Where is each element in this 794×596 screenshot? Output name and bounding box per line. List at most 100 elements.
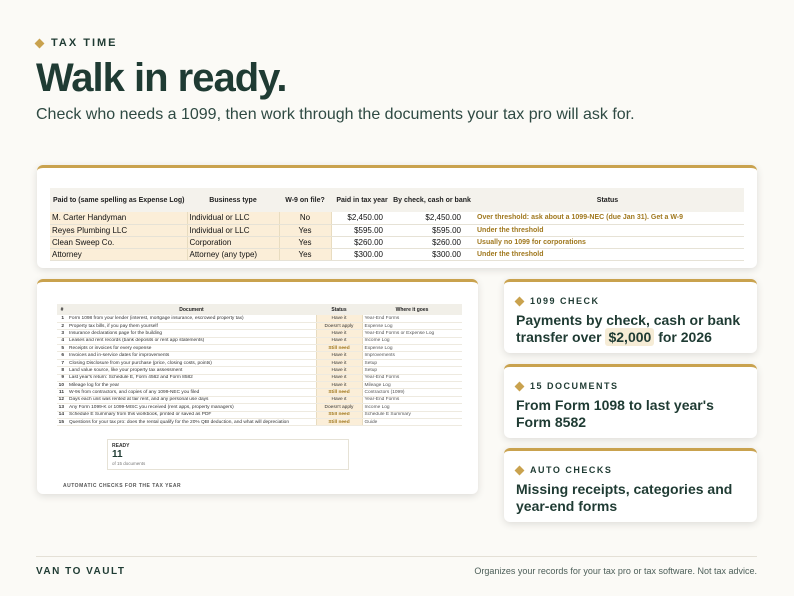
diamond-icon [514,296,525,306]
doc-name: Last year's return: Schedule E, Form 456… [67,374,316,383]
list-item: 11 W-9s from contractors, and copies of a… [57,388,462,397]
doc-name: Questions for your tax pro: does the ren… [67,418,316,427]
doc-name: Leases and rent records (bank deposits o… [67,337,316,346]
paid-cell: $300.00 [331,248,393,261]
status-cell: Under the threshold [471,248,744,261]
contractor-table: Paid to (same spelling as Expense Log) B… [50,188,744,261]
doc-name: Property tax bills, if you pay them your… [67,322,316,331]
col-header-where: Where it goes [362,304,462,315]
doc-name: Form 1098 from your lender (interest, mo… [67,315,316,323]
payee-cell[interactable]: Clean Sweep Co. [50,236,188,249]
table-row: M. Carter Handyman Individual or LLC No $2,… [50,212,744,225]
card-text: Payments by check, cash or bank transfer… [516,312,746,346]
doc-status-cell[interactable]: Doesn't apply [315,322,363,331]
business-type-cell[interactable]: Corporation [187,236,280,249]
doc-name: Any Form 1099-K or 1099-MISC you receive… [67,403,316,412]
card-15-documents: 15 DOCUMENTS From Form 1098 to last year… [504,364,757,438]
card-eyebrow: 15 DOCUMENTS [514,381,619,391]
list-item: 1 Form 1098 from your lender (interest, m… [57,315,462,323]
doc-status-cell[interactable]: Have it [315,374,363,383]
doc-number: 15 [57,418,67,427]
card-1099-check: 1099 CHECK Payments by check, cash or ba… [504,279,757,353]
list-item: 10 Mileage log for the year Have it Mileage… [57,381,462,390]
doc-where: Improvements [362,351,462,360]
doc-number: 2 [57,322,67,331]
doc-status-cell[interactable]: Still need [315,418,363,427]
status-cell: Usually no 1099 for corporations [471,236,744,249]
card-eyebrow-label: AUTO CHECKS [530,465,613,475]
doc-status-cell[interactable]: Still need [315,411,363,419]
doc-status-cell[interactable]: Still need [315,344,363,353]
list-item: 2 Property tax bills, if you pay them you… [57,322,462,331]
doc-number: 5 [57,344,67,353]
w9-cell[interactable]: Yes [279,236,332,249]
contractor-table-card: Paid to (same spelling as Expense Log) B… [37,165,757,268]
business-type-cell[interactable]: Individual or LLC [187,212,280,225]
payee-cell[interactable]: Reyes Plumbing LLC [50,224,188,237]
business-type-cell[interactable]: Individual or LLC [187,224,280,237]
doc-where: Expense Log [362,322,462,331]
list-item: 3 Insurance declarations page for the bui… [57,329,462,338]
card-text: From Form 1098 to last year's Form 8582 [516,397,714,430]
doc-name: Schedule E Summary from this workbook, p… [67,411,316,419]
list-item: 8 Land value source, like your property t… [57,366,462,375]
doc-where: Income Log [362,403,462,412]
list-item: 7 Closing Disclosure from your purchase (… [57,359,462,368]
card-text-post: for 2026 [654,329,712,345]
by-check-cell: $260.00 [393,236,471,249]
doc-where: Year-End Forms [362,396,462,405]
list-item: 9 Last year's return: Schedule E, Form 45… [57,374,462,383]
doc-number: 13 [57,403,67,412]
paid-cell: $595.00 [331,224,393,237]
ready-count: 11 [112,449,123,460]
payee-cell[interactable]: M. Carter Handyman [50,212,188,225]
doc-status-cell[interactable]: Have it [315,351,363,360]
list-item: 15 Questions for your tax pro: does the r… [57,418,462,427]
doc-status-cell[interactable]: Have it [315,337,363,346]
doc-status-cell[interactable]: Have it [315,366,363,375]
payee-cell[interactable]: Attorney [50,248,188,261]
doc-status-cell[interactable]: Have it [315,359,363,368]
w9-cell[interactable]: Yes [279,224,332,237]
doc-where: Guide [362,418,462,427]
business-type-cell[interactable]: Attorney (any type) [187,248,280,261]
documents-table: # Document Status Where it goes 1 Form 10… [57,304,462,427]
col-header-w9: W-9 on file? [279,188,331,212]
w9-cell[interactable]: No [279,212,332,225]
by-check-cell: $2,450.00 [393,212,471,225]
doc-status-cell[interactable]: Have it [315,329,363,338]
doc-where: Mileage Log [362,381,462,390]
doc-status-cell[interactable]: Have it [315,396,363,405]
doc-where: Year-End Forms [362,315,462,323]
doc-name: Mileage log for the year [67,381,316,390]
page-title: Walk in ready. [36,56,288,100]
w9-cell[interactable]: Yes [279,248,332,261]
paid-cell: $260.00 [331,236,393,249]
card-eyebrow: AUTO CHECKS [514,465,613,475]
doc-number: 11 [57,388,67,397]
card-eyebrow-label: 15 DOCUMENTS [530,381,619,391]
doc-name: Land value source, like your property ta… [67,366,316,375]
footer-divider [36,556,757,557]
doc-status-cell[interactable]: Doesn't apply [315,403,363,412]
doc-name: Closing Disclosure from your purchase (p… [67,359,316,368]
doc-number: 3 [57,329,67,338]
table-row: Clean Sweep Co. Corporation Yes $260.00 $260… [50,236,744,249]
by-check-cell: $595.00 [393,224,471,237]
doc-where: Setup [362,359,462,368]
threshold-highlight: $2,000 [605,328,655,346]
list-item: 13 Any Form 1099-K or 1099-MISC you recei… [57,403,462,412]
doc-where: Year-End Forms or Expense Log [362,329,462,338]
doc-number: 7 [57,359,67,368]
footer-disclaimer: Organizes your records for your tax pro … [474,566,757,576]
col-header-by-check: By check, cash or bank [393,188,471,212]
doc-number: 12 [57,396,67,405]
doc-status-cell[interactable]: Have it [315,381,363,390]
doc-status-cell[interactable]: Still need [315,388,363,397]
doc-where: Contractors (1099) [362,388,462,397]
doc-status-cell[interactable]: Have it [315,315,363,323]
doc-where: Setup [362,366,462,375]
diamond-icon [34,38,45,48]
table-row: Reyes Plumbing LLC Individual or LLC Yes $5… [50,224,744,237]
doc-name: Days each unit was rented at fair rent, … [67,396,316,405]
